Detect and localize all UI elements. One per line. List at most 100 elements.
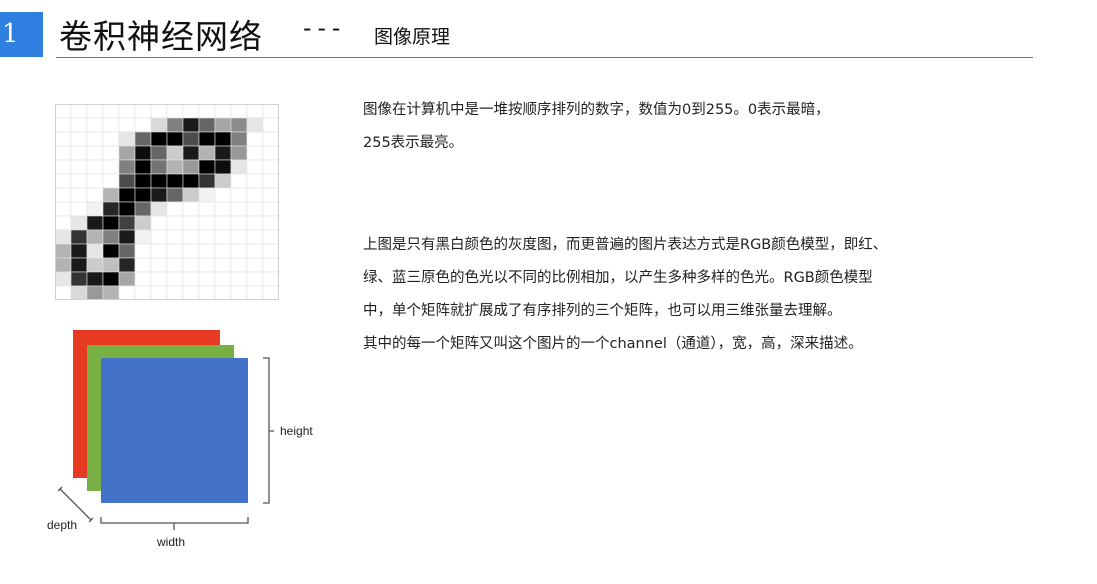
pixel-cell (134, 131, 152, 147)
pixel-cell (134, 243, 152, 259)
pixel-cell (198, 131, 216, 147)
pixel-cell (86, 104, 104, 119)
pixel-cell (182, 187, 200, 203)
pixel-cell (246, 117, 264, 133)
pixel-cell (150, 131, 168, 147)
pixel-cell (198, 285, 216, 300)
pixel-cell (55, 117, 72, 133)
depth-bracket (57, 486, 94, 523)
rgb-paragraph: 上图是只有黑白颜色的灰度图，而更普遍的图片表达方式是RGB颜色模型，即红、 绿、… (363, 229, 887, 361)
pixel-cell (102, 117, 120, 133)
pixel-cell (150, 145, 168, 161)
pixel-cell (134, 229, 152, 245)
pixel-cell (102, 145, 120, 161)
pixel-cell (262, 201, 279, 217)
pixel-cell (246, 271, 264, 287)
pixel-cell (55, 201, 72, 217)
pixel-cell (262, 159, 279, 175)
pixel-cell (182, 117, 200, 133)
pixel-cell (262, 173, 279, 189)
pixel-cell (246, 215, 264, 231)
pixel-cell (198, 257, 216, 273)
pixel-cell (230, 159, 248, 175)
pixel-cell (70, 145, 88, 161)
pixel-cell (262, 131, 279, 147)
pixel-cell (150, 229, 168, 245)
pixel-cell (86, 257, 104, 273)
pixel-cell (86, 215, 104, 231)
pixel-cell (86, 117, 104, 133)
pixel-cell (182, 159, 200, 175)
pixel-cell (150, 173, 168, 189)
pixel-cell (214, 271, 232, 287)
pixel-cell (134, 104, 152, 119)
pixel-cell (118, 104, 136, 119)
pixel-cell (102, 104, 120, 119)
pixel-cell (70, 243, 88, 259)
pixel-cell (230, 131, 248, 147)
header-divider (56, 57, 1033, 58)
pixel-cell (246, 104, 264, 119)
pixel-cell (214, 173, 232, 189)
pixel-cell (246, 145, 264, 161)
pixel-cell (166, 215, 184, 231)
pixel-cell (134, 201, 152, 217)
pixel-cell (246, 173, 264, 189)
title-separator: --- (300, 14, 344, 42)
pixel-cell (102, 215, 120, 231)
pixel-cell (230, 187, 248, 203)
pixel-cell (166, 271, 184, 287)
pixel-cell (198, 201, 216, 217)
pixel-cell (102, 257, 120, 273)
pixel-cell (262, 187, 279, 203)
width-bracket (100, 517, 249, 530)
pixel-cell (198, 243, 216, 259)
page-title: 卷积神经网络 (59, 17, 263, 56)
pixel-cell (230, 104, 248, 119)
rgb-line-4: 其中的每一个矩阵又叫这个图片的一个channel（通道），宽，高，深来描述。 (363, 336, 863, 352)
pixel-cell (118, 187, 136, 203)
pixel-cell (86, 159, 104, 175)
pixel-cell (182, 104, 200, 119)
rgb-line-2: 绿、蓝三原色的色光以不同的比例相加，以产生多种多样的色光。RGB颜色模型 (363, 270, 873, 286)
pixel-cell (55, 159, 72, 175)
grayscale-digit-image (55, 104, 279, 300)
pixel-cell (150, 257, 168, 273)
pixel-cell (150, 104, 168, 119)
pixel-cell (55, 173, 72, 189)
pixel-cell (246, 187, 264, 203)
pixel-cell (214, 257, 232, 273)
pixel-cell (182, 173, 200, 189)
pixel-cell (134, 215, 152, 231)
pixel-cell (55, 187, 72, 203)
pixel-cell (86, 271, 104, 287)
pixel-cell (86, 145, 104, 161)
pixel-cell (70, 201, 88, 217)
pixel-cell (246, 257, 264, 273)
pixel-cell (70, 104, 88, 119)
pixel-cell (166, 229, 184, 245)
pixel-cell (182, 201, 200, 217)
pixel-cell (230, 271, 248, 287)
pixel-cell (262, 271, 279, 287)
pixel-cell (102, 173, 120, 189)
pixel-cell (118, 257, 136, 273)
blue-channel (101, 358, 248, 503)
pixel-cell (134, 159, 152, 175)
width-label: width (156, 535, 185, 549)
pixel-cell (118, 229, 136, 245)
pixel-cell (246, 201, 264, 217)
pixel-cell (134, 187, 152, 203)
pixel-cell (70, 131, 88, 147)
pixel-cell (182, 257, 200, 273)
pixel-cell (198, 159, 216, 175)
pixel-cell (214, 285, 232, 300)
pixel-cell (70, 257, 88, 273)
pixel-cell (182, 131, 200, 147)
pixel-cell (150, 271, 168, 287)
pixel-cell (134, 145, 152, 161)
rgb-line-1: 上图是只有黑白颜色的灰度图，而更普遍的图片表达方式是RGB颜色模型，即红、 (363, 237, 888, 253)
pixel-cell (246, 243, 264, 259)
pixel-cell (198, 173, 216, 189)
pixel-cell (118, 173, 136, 189)
